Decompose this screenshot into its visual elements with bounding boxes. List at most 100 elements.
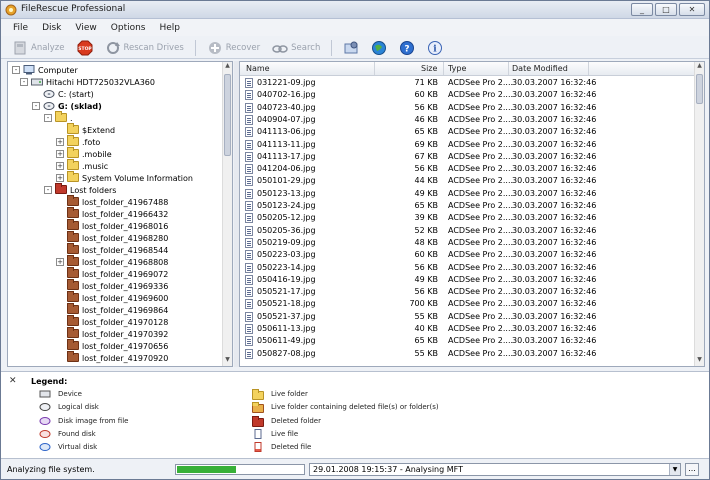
tree-node[interactable]: lost_folder_41970920 (56, 351, 168, 364)
column-date[interactable]: Date Modified (512, 64, 568, 73)
table-row[interactable]: 050223-03.jpg 60 KB ACDSee Pro 2.... 30.03.… (240, 249, 694, 261)
table-row[interactable]: 050416-19.jpg 49 KB ACDSee Pro 2.... 30.03.… (240, 274, 694, 286)
table-row[interactable]: 050521-17.jpg 56 KB ACDSee Pro 2.... 30.03.… (240, 286, 694, 298)
file-type: ACDSee Pro 2.... (448, 78, 514, 87)
menu-help[interactable]: Help (160, 23, 181, 33)
collapse-icon[interactable]: - (44, 186, 52, 194)
table-row[interactable]: 041113-06.jpg 65 KB ACDSee Pro 2.... 30.03.… (240, 126, 694, 138)
table-row[interactable]: 041113-11.jpg 69 KB ACDSee Pro 2.... 30.03.… (240, 139, 694, 151)
logical-disk-icon (43, 101, 55, 111)
table-row[interactable]: 050827-08.jpg 55 KB ACDSee Pro 2.... 30.03.… (240, 348, 694, 360)
about-button[interactable]: i (424, 39, 446, 57)
table-row[interactable]: 050101-29.jpg 44 KB ACDSee Pro 2.... 30.03.… (240, 175, 694, 187)
web-button[interactable] (368, 39, 390, 57)
file-list-scrollbar[interactable]: ▲ ▼ (694, 62, 704, 366)
disk-image-icon (39, 416, 51, 426)
folder-tree[interactable]: - Computer - Hitachi HDT725032VLA360 C: (sta… (7, 61, 233, 367)
chevron-down-icon[interactable]: ▼ (669, 464, 680, 475)
scroll-thumb[interactable] (696, 74, 703, 104)
expand-icon[interactable]: + (56, 138, 64, 146)
tree-node[interactable]: - Computer (12, 64, 78, 76)
folder-icon (55, 111, 67, 123)
maximize-button[interactable]: □ (655, 3, 677, 16)
analyze-button[interactable]: Analyze (9, 39, 68, 57)
menu-disk[interactable]: Disk (42, 23, 61, 33)
collapse-icon[interactable]: - (20, 78, 28, 86)
lost-folder-icon (67, 351, 79, 363)
tree-node[interactable]: + .foto (56, 135, 100, 148)
menu-view[interactable]: View (75, 23, 96, 33)
lost-folder-icon (67, 195, 79, 207)
app-logo-icon (5, 4, 17, 16)
collapse-icon[interactable]: - (44, 114, 52, 122)
column-divider[interactable] (443, 62, 444, 75)
log-more-button[interactable]: ... (685, 463, 699, 476)
table-row[interactable]: 050521-37.jpg 55 KB ACDSee Pro 2.... 30.03.… (240, 311, 694, 323)
file-list[interactable]: Name Size Type Date Modified 031221-09.j… (239, 61, 705, 367)
settings-button[interactable] (340, 39, 362, 57)
rescan-drives-button[interactable]: Rescan Drives (102, 39, 187, 57)
table-row[interactable]: 050219-09.jpg 48 KB ACDSee Pro 2.... 30.03.… (240, 237, 694, 249)
help-button[interactable]: ? (396, 39, 418, 57)
scroll-down-arrow[interactable]: ▼ (695, 356, 704, 366)
column-size[interactable]: Size (421, 64, 437, 73)
close-button[interactable]: ✕ (679, 3, 705, 16)
file-date: 30.03.2007 16:32:46 (512, 274, 597, 284)
menu-options[interactable]: Options (111, 23, 146, 33)
tree-node[interactable]: - Lost folders (44, 183, 117, 196)
table-row[interactable]: 050123-24.jpg 65 KB ACDSee Pro 2.... 30.03.… (240, 200, 694, 212)
table-row[interactable]: 041113-17.jpg 67 KB ACDSee Pro 2.... 30.03.… (240, 151, 694, 163)
tree-node[interactable]: + .mobile (56, 147, 112, 160)
tree-node[interactable]: - Hitachi HDT725032VLA360 (20, 76, 155, 88)
table-row[interactable]: 050611-13.jpg 40 KB ACDSee Pro 2.... 30.03.… (240, 323, 694, 335)
expand-icon[interactable]: + (56, 258, 64, 266)
file-size: 60 KB (414, 90, 438, 100)
tree-node-label: Lost folders (70, 185, 117, 195)
table-row[interactable]: 050521-18.jpg 700 KB ACDSee Pro 2.... 30.03… (240, 298, 694, 310)
table-row[interactable]: 050123-13.jpg 49 KB ACDSee Pro 2.... 30.03.… (240, 188, 694, 200)
column-divider[interactable] (508, 62, 509, 75)
search-label: Search (291, 42, 321, 53)
table-row[interactable]: 050205-12.jpg 39 KB ACDSee Pro 2.... 30.03.… (240, 212, 694, 224)
scroll-up-arrow[interactable]: ▲ (223, 62, 232, 72)
legend-close-icon[interactable]: ✕ (9, 376, 17, 386)
file-type: ACDSee Pro 2.... (448, 213, 514, 223)
tree-node[interactable]: - G: (sklad) (32, 100, 102, 112)
collapse-icon[interactable]: - (12, 66, 20, 74)
column-divider[interactable] (588, 62, 589, 75)
table-row[interactable]: 031221-09.jpg 71 KB ACDSee Pro 2.... 30.03.… (240, 77, 694, 89)
file-type: ACDSee Pro 2.... (448, 336, 514, 346)
column-name[interactable]: Name (246, 64, 270, 73)
column-type[interactable]: Type (448, 64, 466, 73)
column-divider[interactable] (374, 62, 375, 75)
tree-node[interactable]: C: (start) (32, 88, 94, 100)
expand-icon[interactable]: + (56, 150, 64, 158)
lost-folder-icon (67, 243, 79, 255)
expand-icon[interactable]: + (56, 174, 64, 182)
table-row[interactable]: 040702-16.jpg 60 KB ACDSee Pro 2.... 30.03.… (240, 89, 694, 101)
table-row[interactable]: 040904-07.jpg 46 KB ACDSee Pro 2.... 30.03.… (240, 114, 694, 126)
search-button[interactable]: Search (269, 39, 323, 57)
tree-node[interactable]: $Extend (56, 123, 115, 136)
table-row[interactable]: 041204-06.jpg 56 KB ACDSee Pro 2.... 30.03.… (240, 163, 694, 175)
minimize-button[interactable]: _ (631, 3, 653, 16)
file-size: 67 KB (414, 151, 438, 161)
file-size: 56 KB (414, 287, 438, 297)
stop-button[interactable]: STOP (74, 39, 96, 57)
recover-button[interactable]: Recover (204, 39, 263, 57)
scroll-up-arrow[interactable]: ▲ (695, 62, 704, 72)
status-log[interactable]: 29.01.2008 19:15:37 - Analysing MFT ▼ (309, 463, 681, 476)
tree-node[interactable]: + .music (56, 159, 108, 172)
expand-icon[interactable]: + (56, 162, 64, 170)
table-row[interactable]: 050223-14.jpg 56 KB ACDSee Pro 2.... 30.03.… (240, 262, 694, 274)
tree-scrollbar[interactable]: ▲ ▼ (222, 62, 232, 366)
tree-node[interactable]: + System Volume Information (56, 171, 193, 184)
menu-file[interactable]: File (13, 23, 28, 33)
table-row[interactable]: 040723-40.jpg 56 KB ACDSee Pro 2.... 30.03.… (240, 102, 694, 114)
table-row[interactable]: 050205-36.jpg 52 KB ACDSee Pro 2.... 30.03.… (240, 225, 694, 237)
collapse-icon[interactable]: - (32, 102, 40, 110)
scroll-thumb[interactable] (224, 74, 231, 156)
table-row[interactable]: 050611-49.jpg 65 KB ACDSee Pro 2.... 30.03.… (240, 335, 694, 347)
scroll-down-arrow[interactable]: ▼ (223, 356, 232, 366)
